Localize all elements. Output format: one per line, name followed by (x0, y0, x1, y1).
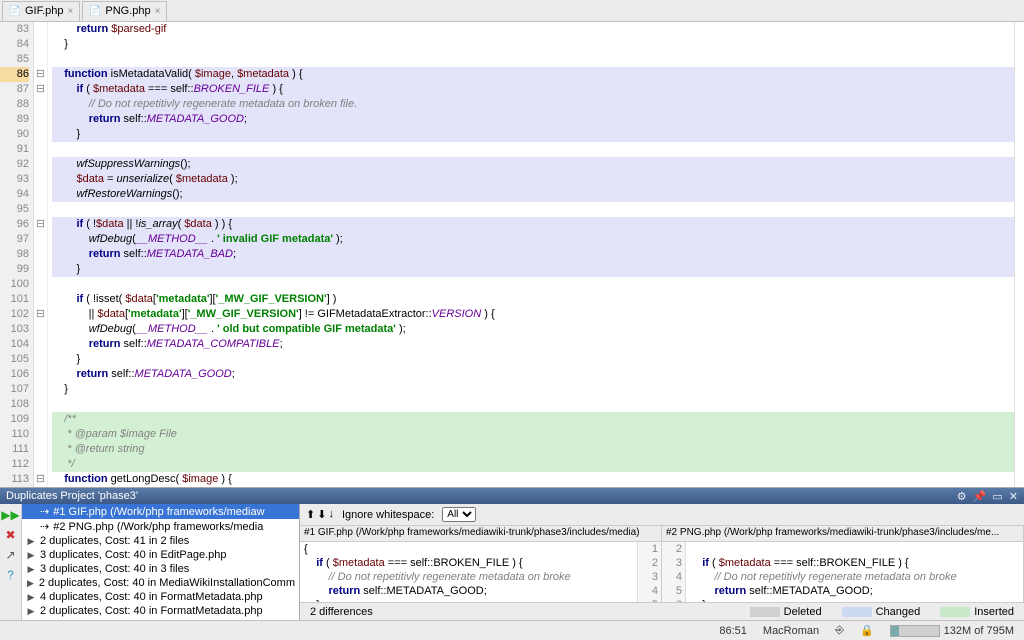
insert-mode-icon[interactable]: ⎆ (835, 624, 844, 637)
tab-gif[interactable]: 📄 GIF.php × (2, 1, 80, 21)
readonly-lock-icon[interactable]: 🔒 (860, 624, 874, 637)
diff-legend: 2 differences Deleted Changed Inserted (300, 602, 1024, 620)
file-encoding[interactable]: MacRoman (763, 625, 819, 637)
memory-text: 132M of 795M (944, 625, 1014, 637)
error-stripe[interactable] (1014, 22, 1024, 487)
memory-indicator[interactable]: 132M of 795M (890, 625, 1014, 637)
minimize-icon[interactable]: ▭ (992, 490, 1002, 503)
panel-title: Duplicates Project 'phase3' (6, 490, 138, 502)
duplicates-toolbar: ▶▶ ✖ ↗ ? (0, 504, 22, 620)
tab-png[interactable]: 📄 PNG.php × (82, 1, 167, 21)
tab-label: GIF.php (25, 5, 64, 17)
legend-deleted: Deleted (784, 606, 822, 618)
diff-left-title: #1 GIF.php (/Work/php frameworks/mediawi… (300, 526, 661, 542)
jump-down-icon[interactable]: ↓ (328, 508, 334, 521)
duplicates-tree[interactable]: ⇢ #1 GIF.php (/Work/php frameworks/media… (22, 504, 299, 620)
close-icon[interactable]: ✖ (5, 528, 15, 542)
diff-right-code[interactable]: if ( $metadata === self::BROKEN_FILE ) {… (686, 542, 1023, 602)
settings-icon[interactable]: ⚙ (957, 490, 967, 503)
duplicates-panel: ▶▶ ✖ ↗ ? ⇢ #1 GIF.php (/Work/php framewo… (0, 504, 1024, 620)
tool-window-header: Duplicates Project 'phase3' ⚙ 📌 ▭ ✕ (0, 488, 1024, 504)
next-diff-icon[interactable]: ⬇ (317, 508, 326, 521)
diff-left: #1 GIF.php (/Work/php frameworks/mediawi… (300, 526, 662, 602)
line-numbers: 8384858687888990919293949596979899100101… (0, 22, 34, 487)
diff-left-gutter: 1234567891011121314 (637, 542, 661, 602)
status-bar: 86:51 MacRoman ⎆ 🔒 132M of 795M (0, 620, 1024, 640)
close-icon[interactable]: × (155, 6, 161, 17)
editor-tabs: 📄 GIF.php × 📄 PNG.php × (0, 0, 1024, 22)
diff-right-title: #2 PNG.php (/Work/php frameworks/mediawi… (662, 526, 1023, 542)
duplicates-tree-pane: ▶▶ ✖ ↗ ? ⇢ #1 GIF.php (/Work/php framewo… (0, 504, 300, 620)
cursor-position: 86:51 (719, 625, 747, 637)
diff-summary: 2 differences (310, 606, 373, 618)
legend-inserted: Inserted (974, 606, 1014, 618)
diff-viewer: ⬆ ⬇ ↓ Ignore whitespace: All #1 GIF.php … (300, 504, 1024, 620)
diff-right: #2 PNG.php (/Work/php frameworks/mediawi… (662, 526, 1024, 602)
code-editor[interactable]: 8384858687888990919293949596979899100101… (0, 22, 1024, 488)
export-icon[interactable]: ↗ (5, 548, 15, 562)
diff-left-code[interactable]: { if ( $metadata === self::BROKEN_FILE )… (300, 542, 637, 602)
whitespace-label: Ignore whitespace: (342, 509, 434, 521)
close-icon[interactable]: × (68, 6, 74, 17)
prev-diff-icon[interactable]: ⬆ (306, 508, 315, 521)
tab-label: PNG.php (105, 5, 150, 17)
php-file-icon: 📄 (9, 5, 21, 17)
hide-icon[interactable]: ✕ (1009, 490, 1018, 503)
code-content[interactable]: return $parsed-gif } function isMetadata… (48, 22, 1014, 487)
diff-right-gutter: 23456789101112131415 (662, 542, 686, 602)
fold-column[interactable]: ⊟⊟⊟⊟⊟ (34, 22, 48, 487)
php-file-icon: 📄 (89, 5, 101, 17)
diff-toolbar: ⬆ ⬇ ↓ Ignore whitespace: All (300, 504, 1024, 526)
whitespace-select[interactable]: All (442, 507, 476, 522)
diff-body: #1 GIF.php (/Work/php frameworks/mediawi… (300, 526, 1024, 602)
legend-changed: Changed (876, 606, 921, 618)
help-icon[interactable]: ? (7, 568, 14, 582)
pin-icon[interactable]: 📌 (973, 490, 987, 503)
rerun-icon[interactable]: ▶▶ (1, 508, 19, 522)
